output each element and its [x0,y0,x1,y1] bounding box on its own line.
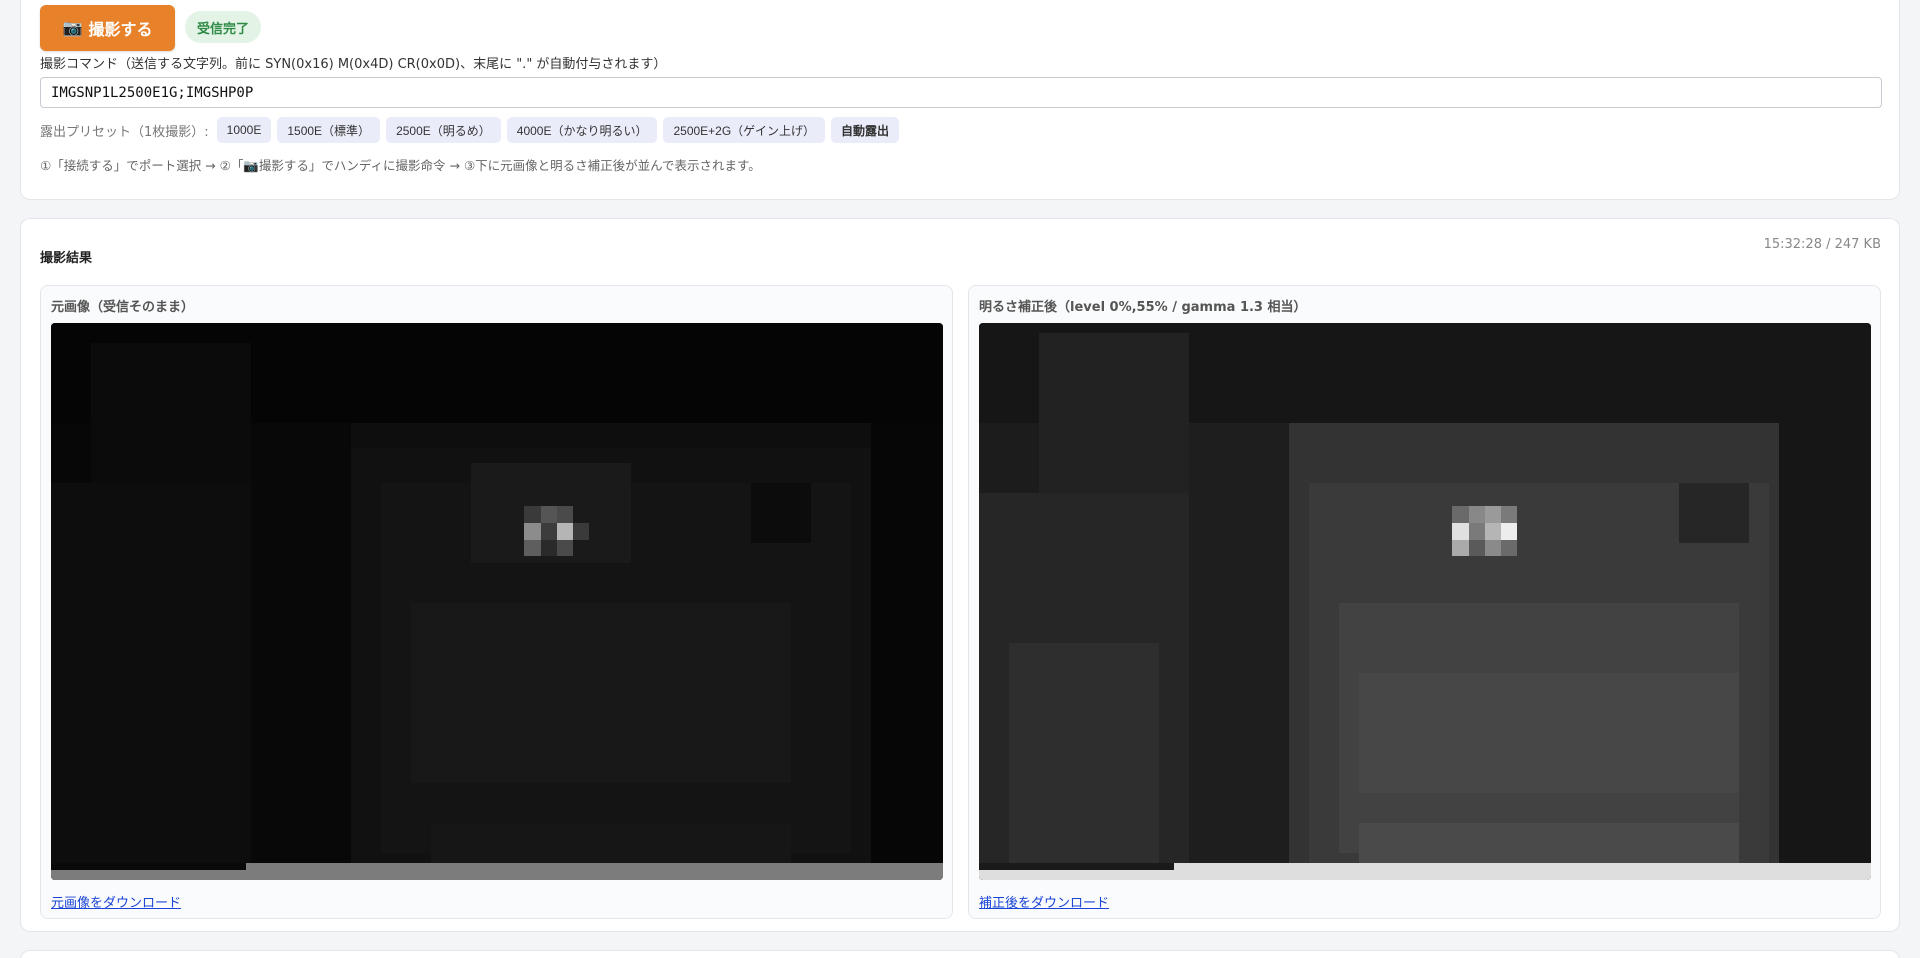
original-image-panel: 元画像（受信そのまま） 元画像をダウンロード [40,285,953,919]
usage-hint: ①「接続する」でポート選択 → ②「📷撮影する」でハンディに撮影命令 → ③下に… [40,158,761,173]
corrected-download-link[interactable]: 補正後をダウンロード [979,892,1109,911]
corrected-image [979,323,1871,880]
status-badge: 受信完了 [185,11,262,43]
original-download-link[interactable]: 元画像をダウンロード [51,892,181,911]
preset-button-2500e-2g[interactable]: 2500E+2G（ゲイン上げ） [663,117,825,143]
preset-button-1000e[interactable]: 1000E [216,117,272,143]
next-card [20,950,1900,958]
preset-label: 露出プリセット（1枚撮影）: [40,124,209,140]
capture-control-card: 📷 撮影する 受信完了 撮影コマンド（送信する文字列。前に SYN(0x16) … [20,0,1900,200]
preset-button-1500e[interactable]: 1500E（標準） [277,117,381,143]
preset-button-auto[interactable]: 自動露出 [830,117,899,143]
capture-button[interactable]: 📷 撮影する [40,5,175,51]
preset-button-2500e[interactable]: 2500E（明るめ） [386,117,501,143]
original-image-title: 元画像（受信そのまま） [51,300,195,315]
original-image [51,323,943,880]
command-label: 撮影コマンド（送信する文字列。前に SYN(0x16) M(0x4D) CR(0… [40,57,667,72]
preset-row: 露出プリセット（1枚撮影）: 1000E 1500E（標準） 2500E（明るめ… [40,117,899,143]
camera-icon: 📷 [62,20,83,37]
corrected-image-panel: 明るさ補正後（level 0%,55% / gamma 1.3 相当） 補正後を… [968,285,1881,919]
capture-button-label: 撮影する [88,22,153,39]
result-meta: 15:32:28 / 247 KB [1763,237,1881,252]
preset-button-4000e[interactable]: 4000E（かなり明るい） [506,117,658,143]
result-card: 撮影結果 15:32:28 / 247 KB 元画像（受信そのまま） 元画像をダ… [20,218,1900,932]
command-input[interactable] [40,77,1882,108]
result-title: 撮影結果 [40,251,93,266]
corrected-image-title: 明るさ補正後（level 0%,55% / gamma 1.3 相当） [979,300,1307,315]
